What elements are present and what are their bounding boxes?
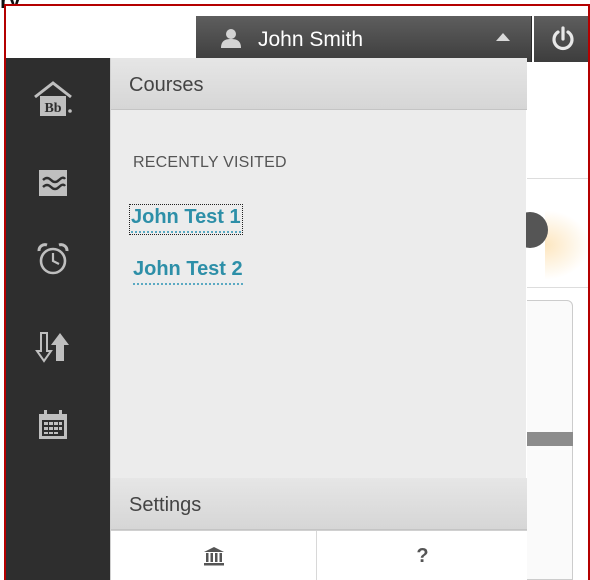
institution-settings-button[interactable] — [111, 531, 317, 580]
settings-section-header: Settings — [111, 478, 527, 530]
courses-dropdown-panel: Courses RECENTLY VISITED John Test 1 Joh… — [110, 58, 527, 580]
help-icon: ? — [416, 544, 429, 567]
background-highlight — [545, 210, 590, 280]
recently-visited-label: RECENTLY VISITED — [133, 154, 287, 171]
rail-item-institution-home[interactable]: Bb — [26, 72, 80, 126]
person-icon — [221, 29, 241, 48]
top-bar: John Smith — [6, 6, 590, 62]
institution-icon — [203, 547, 224, 566]
settings-row: ? — [111, 530, 527, 580]
rail-item-calendar[interactable] — [26, 398, 80, 452]
svg-text:Bb: Bb — [44, 101, 61, 116]
settings-title: Settings — [129, 494, 202, 516]
power-icon — [552, 26, 574, 51]
alarm-clock-icon — [37, 243, 69, 275]
background-bar — [527, 432, 573, 446]
rail-item-grades[interactable] — [26, 320, 80, 374]
calendar-icon — [39, 410, 67, 439]
courses-title: Courses — [129, 74, 204, 96]
nav-rail: Bb — [6, 58, 110, 580]
logout-button[interactable] — [534, 16, 590, 62]
user-name: John Smith — [258, 28, 364, 51]
course-link[interactable]: John Test 1 — [129, 204, 243, 235]
bb-home-icon: Bb — [34, 81, 72, 116]
user-menu-button[interactable]: John Smith — [196, 16, 532, 62]
courses-section-header: Courses — [111, 58, 527, 110]
grades-arrows-icon — [35, 332, 69, 363]
caret-up-icon — [496, 33, 510, 41]
rail-item-activity-stream[interactable] — [26, 156, 80, 210]
rail-item-calendar-due[interactable] — [26, 232, 80, 286]
stream-icon — [39, 170, 67, 196]
course-link[interactable]: John Test 2 — [133, 258, 243, 285]
help-button[interactable]: ? — [318, 531, 527, 580]
